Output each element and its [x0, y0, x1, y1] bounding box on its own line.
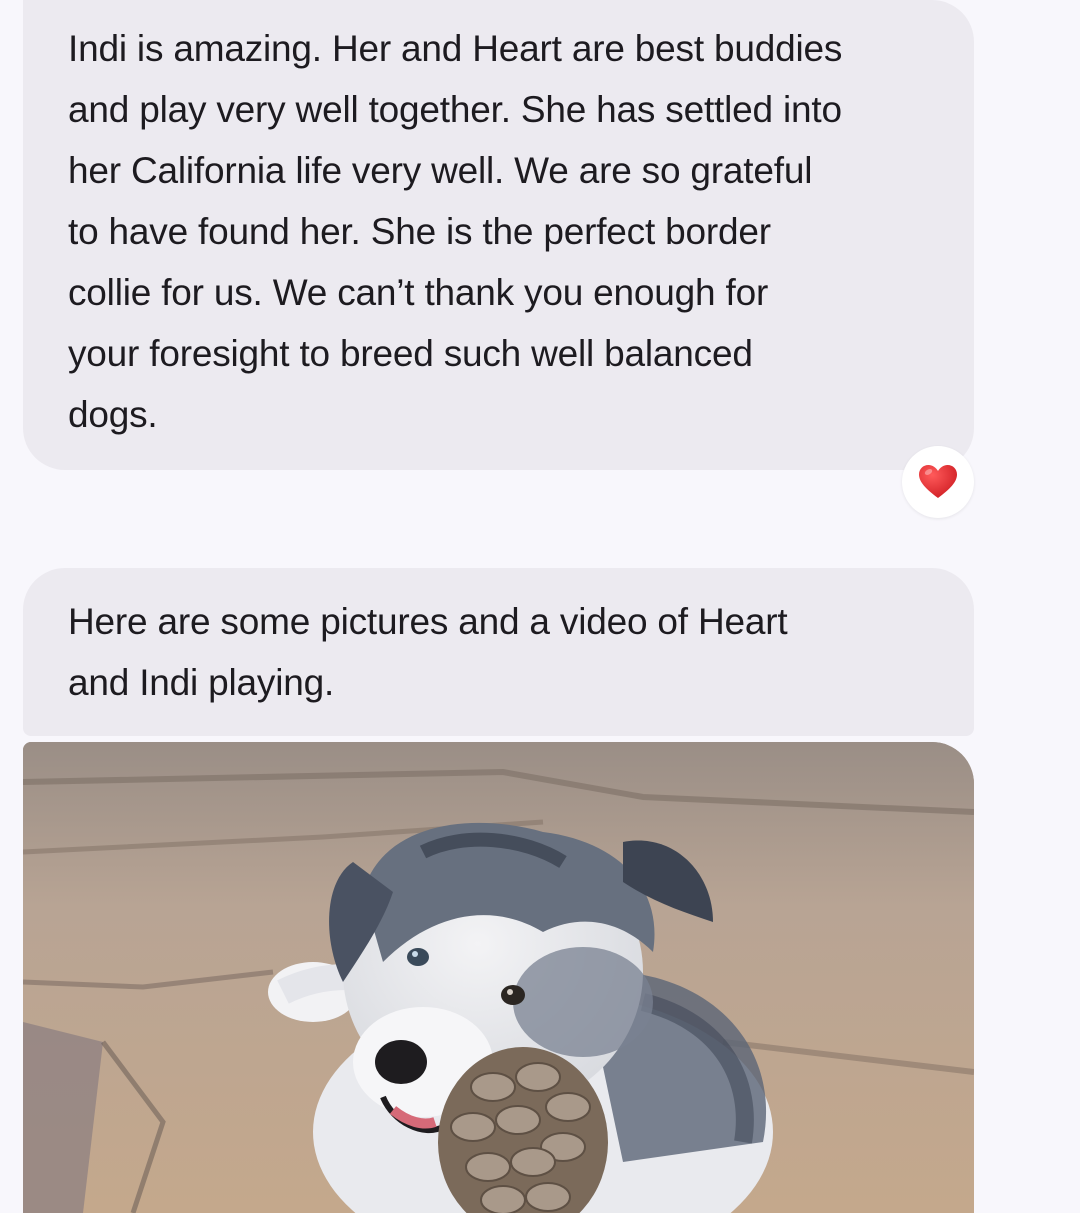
- message-text-line: her California life very well. We are so…: [68, 150, 813, 191]
- message-text-line: Indi is amazing. Her and Heart are best …: [68, 28, 843, 69]
- message-text-line: your foresight to breed such well balanc…: [68, 333, 753, 374]
- message-text-line: and play very well together. She has set…: [68, 89, 842, 130]
- incoming-message-bubble[interactable]: Here are some pictures and a video of He…: [23, 568, 974, 736]
- conversation: Indi is amazing. Her and Heart are best …: [0, 0, 1080, 1213]
- message-text-line: dogs.: [68, 394, 158, 435]
- incoming-message-bubble[interactable]: Indi is amazing. Her and Heart are best …: [23, 0, 974, 470]
- puppy-photo: [23, 742, 974, 1213]
- message-text-line: and Indi playing.: [68, 662, 335, 703]
- heart-icon: [919, 465, 957, 498]
- message-text-line: collie for us. We can’t thank you enough…: [68, 272, 769, 313]
- message-text-line: to have found her. She is the perfect bo…: [68, 211, 771, 252]
- photo-attachment[interactable]: [23, 742, 974, 1213]
- message-text-line: Here are some pictures and a video of He…: [68, 601, 788, 642]
- heart-reaction[interactable]: [902, 446, 974, 518]
